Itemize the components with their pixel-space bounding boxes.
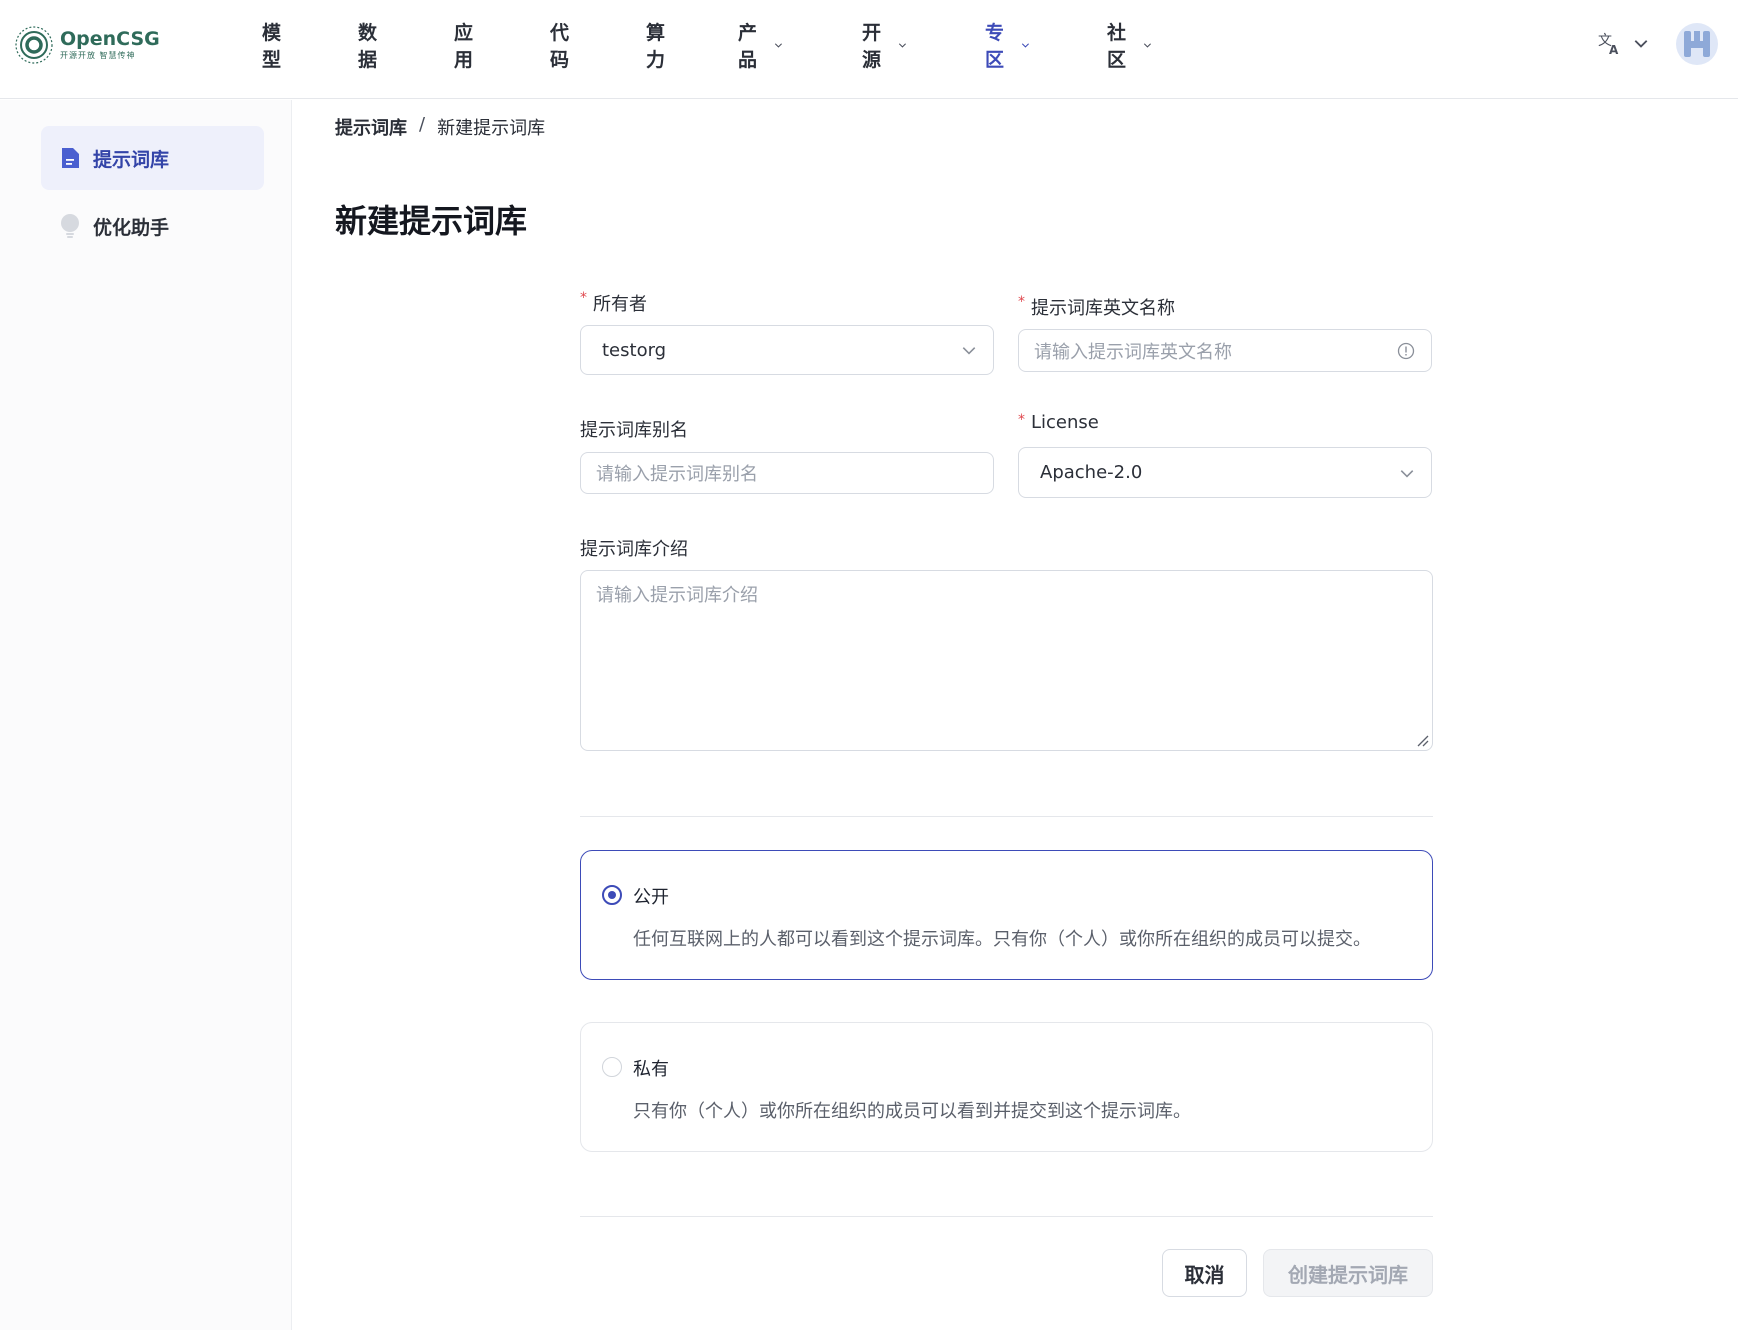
page-title: 新建提示词库 [335, 202, 528, 240]
section-divider [580, 816, 1433, 817]
visibility-public-option[interactable]: 公开 任何互联网上的人都可以看到这个提示词库。只有你（个人）或你所在组织的成员可… [580, 850, 1433, 980]
chevron-down-icon [1022, 43, 1030, 48]
private-title: 私有 [633, 1059, 669, 1080]
nav-item-models[interactable]: 模型 [262, 18, 281, 72]
breadcrumb: 提示词库 / 新建提示词库 [335, 114, 545, 140]
top-header: OpenCSG 开源开放 智慧传神 模型 数据 应用 代码 算力 产品 开源 专… [0, 0, 1738, 99]
translate-icon: 文 A [1598, 33, 1619, 56]
public-radio[interactable] [602, 885, 622, 905]
private-radio[interactable] [602, 1057, 622, 1077]
info-icon [1397, 342, 1415, 359]
nav-item-code[interactable]: 代码 [550, 18, 569, 72]
document-icon [62, 148, 79, 168]
english-name-input[interactable]: 请输入提示词库英文名称 [1018, 329, 1432, 372]
nav-item-datasets[interactable]: 数据 [358, 18, 377, 72]
logo-tagline: 开源开放 智慧传神 [60, 51, 136, 60]
private-description: 只有你（个人）或你所在组织的成员可以看到并提交到这个提示词库。 [633, 1101, 1191, 1122]
description-textarea[interactable]: 请输入提示词库介绍 [580, 570, 1433, 751]
nav-item-community[interactable]: 社区 [1107, 18, 1152, 72]
language-switcher[interactable]: 文 A [1597, 30, 1649, 56]
svg-text:A: A [1609, 43, 1619, 56]
breadcrumb-root-link[interactable]: 提示词库 [335, 114, 407, 140]
visibility-private-option[interactable]: 私有 只有你（个人）或你所在组织的成员可以看到并提交到这个提示词库。 [580, 1022, 1433, 1152]
logo-name: OpenCSG [60, 28, 160, 50]
sidebar-item-prompt-library[interactable]: 提示词库 [41, 126, 264, 190]
english-name-label: * 提示词库英文名称 [1018, 294, 1175, 319]
nav-item-compute[interactable]: 算力 [646, 18, 665, 72]
lightbulb-icon [61, 214, 79, 238]
public-description: 任何互联网上的人都可以看到这个提示词库。只有你（个人）或你所在组织的成员可以提交… [633, 929, 1371, 950]
resize-handle-icon[interactable] [1415, 733, 1429, 747]
create-prompt-library-button[interactable]: 创建提示词库 [1263, 1249, 1433, 1297]
avatar-icon [1684, 31, 1710, 57]
breadcrumb-current: 新建提示词库 [437, 118, 546, 139]
alias-input[interactable]: 请输入提示词库别名 [580, 452, 994, 494]
license-label: * License [1018, 412, 1099, 433]
chevron-down-icon [1144, 43, 1152, 48]
owner-label: * 所有者 [580, 290, 647, 315]
nav-item-zones[interactable]: 专区 [985, 18, 1030, 72]
breadcrumb-separator: / [419, 114, 426, 135]
chevron-down-icon [1400, 469, 1414, 478]
chevron-down-icon [962, 347, 976, 355]
sidebar: 提示词库 优化助手 [0, 100, 292, 1330]
nav-item-products[interactable]: 产品 [738, 18, 783, 72]
nav-item-apps[interactable]: 应用 [454, 18, 473, 72]
cancel-button[interactable]: 取消 [1162, 1249, 1247, 1297]
alias-label: 提示词库别名 [580, 420, 688, 441]
sidebar-item-label: 优化助手 [93, 216, 170, 239]
chevron-down-icon [1634, 40, 1648, 48]
owner-select[interactable]: testorg [580, 325, 994, 375]
logo-mark-icon [15, 26, 53, 64]
chevron-down-icon [775, 43, 783, 48]
section-divider [580, 1216, 1433, 1217]
user-avatar[interactable] [1676, 23, 1718, 65]
opencsg-logo[interactable]: OpenCSG 开源开放 智慧传神 [14, 22, 160, 68]
chevron-down-icon [899, 43, 907, 48]
description-label: 提示词库介绍 [580, 539, 688, 560]
sidebar-item-optimizer[interactable]: 优化助手 [41, 194, 264, 258]
license-select[interactable]: Apache-2.0 [1018, 447, 1432, 498]
nav-item-opensource[interactable]: 开源 [862, 18, 907, 72]
public-title: 公开 [633, 887, 669, 908]
sidebar-item-label: 提示词库 [93, 148, 170, 171]
